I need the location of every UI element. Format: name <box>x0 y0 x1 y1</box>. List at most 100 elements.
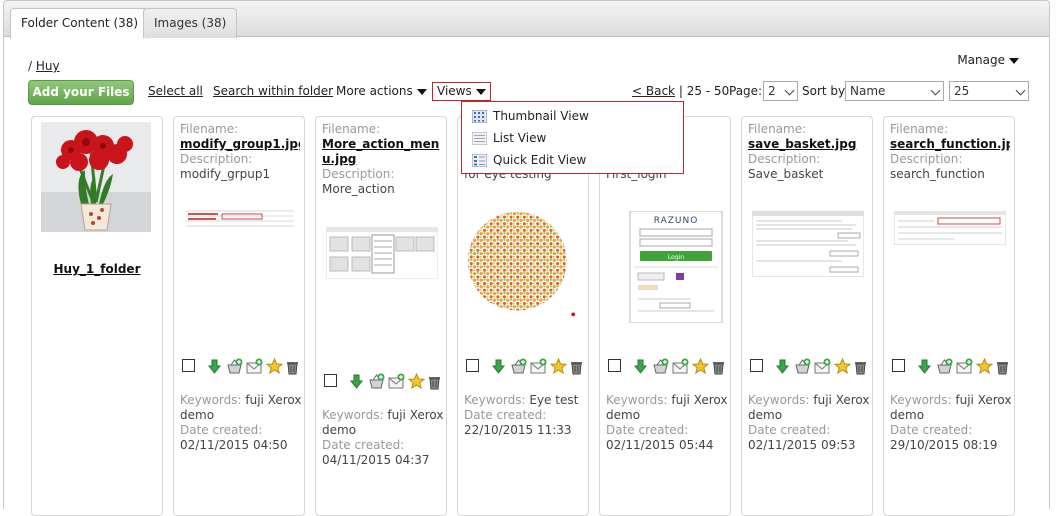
select-checkbox[interactable] <box>324 374 337 387</box>
menu-item-thumbnail-view[interactable]: Thumbnail View <box>472 106 589 126</box>
filename-label: Filename: <box>748 122 807 136</box>
download-icon[interactable] <box>348 373 365 390</box>
trash-icon[interactable] <box>568 358 585 375</box>
description-label: Description: <box>748 152 821 166</box>
thumbnail-view-icon <box>472 110 487 123</box>
filename-link[interactable]: modify_group1.jpg <box>180 137 300 151</box>
select-checkbox[interactable] <box>892 359 905 372</box>
download-icon[interactable] <box>916 358 933 375</box>
tab-images[interactable]: Images (38) <box>143 8 238 38</box>
date-created-label: Date created: <box>748 423 831 437</box>
keywords: Keywords: fuji Xerox demo <box>748 393 872 423</box>
file-card: Filename: search_function.jpg Descriptio… <box>883 116 1015 516</box>
tab-bar: Folder Content (38) Images (38) <box>3 0 1050 39</box>
sort-select[interactable]: Name <box>845 81 944 101</box>
chevron-down-icon <box>784 85 795 96</box>
tab-folder-content[interactable]: Folder Content (38) <box>10 8 150 39</box>
trash-icon[interactable] <box>994 358 1011 375</box>
sort-select-value: Name <box>850 84 886 98</box>
email-icon[interactable] <box>246 358 263 375</box>
select-checkbox[interactable] <box>182 359 195 372</box>
date-created-label: Date created: <box>464 408 547 422</box>
description-value: More_action <box>322 182 395 196</box>
download-icon[interactable] <box>774 358 791 375</box>
file-thumbnail-image[interactable] <box>894 211 1006 245</box>
keywords: Keywords: fuji Xerox demo <box>322 408 446 438</box>
download-icon[interactable] <box>490 358 507 375</box>
file-thumbnail-image[interactable]: RAZUNO Login <box>620 211 732 323</box>
add-to-basket-icon[interactable] <box>510 358 527 375</box>
filename-link[interactable]: search_function.jpg <box>890 137 1010 151</box>
breadcrumb-root: / <box>28 59 33 73</box>
description-label: Description: <box>322 167 395 181</box>
menu-item-quick-edit-view[interactable]: Quick Edit View <box>472 150 586 170</box>
date-created-value: 29/10/2015 08:19 <box>890 438 998 452</box>
file-thumbnail-image[interactable] <box>184 205 296 235</box>
razuno-logo: RAZUNO <box>654 216 699 226</box>
file-thumbnail-image[interactable] <box>752 211 864 277</box>
file-card: Filename: More_action_menu.jpg Descripti… <box>315 116 447 516</box>
download-icon[interactable] <box>632 358 649 375</box>
more-actions-menu[interactable]: More actions <box>336 84 427 98</box>
views-menu-button[interactable]: Views <box>432 82 491 101</box>
add-to-basket-icon[interactable] <box>936 358 953 375</box>
trash-icon[interactable] <box>426 373 443 390</box>
page-select[interactable]: 2 <box>763 81 798 101</box>
chevron-down-icon <box>930 85 941 96</box>
favorite-star-icon[interactable] <box>692 358 709 375</box>
trash-icon[interactable] <box>284 358 301 375</box>
trash-icon[interactable] <box>852 358 869 375</box>
file-card: Filename: modify_group1.jpg Description:… <box>173 116 305 516</box>
filename-link[interactable]: More_action_menu.jpg <box>322 137 442 169</box>
chevron-down-icon <box>475 88 486 95</box>
description-value: modify_grpup1 <box>180 167 271 181</box>
folder-thumbnail-image[interactable] <box>41 122 151 232</box>
more-actions-label: More actions <box>336 84 413 98</box>
views-label: Views <box>437 84 472 98</box>
breadcrumb-folder-link[interactable]: Huy <box>36 59 60 73</box>
date-created-label: Date created: <box>606 423 689 437</box>
search-within-folder-link[interactable]: Search within folder <box>213 84 333 98</box>
description-value: search_function <box>890 167 985 181</box>
favorite-star-icon[interactable] <box>976 358 993 375</box>
list-view-icon <box>472 132 487 145</box>
email-icon[interactable] <box>672 358 689 375</box>
keywords-label: Keywords: <box>180 393 242 407</box>
email-icon[interactable] <box>956 358 973 375</box>
favorite-star-icon[interactable] <box>408 373 425 390</box>
add-to-basket-icon[interactable] <box>652 358 669 375</box>
file-thumbnail-image[interactable] <box>466 209 578 321</box>
favorite-star-icon[interactable] <box>266 358 283 375</box>
per-page-select[interactable]: 25 <box>949 81 1029 101</box>
file-thumbnail-image[interactable] <box>326 227 438 279</box>
date-created-label: Date created: <box>180 423 263 437</box>
folder-content-panel: / Huy Manage Add your Files Select all S… <box>3 37 1050 516</box>
email-icon[interactable] <box>530 358 547 375</box>
back-link[interactable]: < Back <box>632 84 675 98</box>
add-to-basket-icon[interactable] <box>794 358 811 375</box>
date-created-value: 02/11/2015 05:44 <box>606 438 714 452</box>
select-all-link[interactable]: Select all <box>148 84 203 98</box>
select-checkbox[interactable] <box>750 359 763 372</box>
pagination: < Back | 25 - 50 <box>632 84 729 98</box>
keywords-label: Keywords: <box>606 393 668 407</box>
date-created-value: 04/11/2015 04:37 <box>322 453 430 467</box>
keywords: Keywords: fuji Xerox demo <box>890 393 1014 423</box>
email-icon[interactable] <box>388 373 405 390</box>
favorite-star-icon[interactable] <box>834 358 851 375</box>
description-label: Description: <box>180 152 253 166</box>
add-to-basket-icon[interactable] <box>226 358 243 375</box>
email-icon[interactable] <box>814 358 831 375</box>
menu-item-list-view[interactable]: List View <box>472 128 546 148</box>
filename-link[interactable]: save_basket.jpg <box>748 137 868 151</box>
add-to-basket-icon[interactable] <box>368 373 385 390</box>
folder-name-link[interactable]: Huy_1_folder <box>32 262 162 276</box>
favorite-star-icon[interactable] <box>550 358 567 375</box>
trash-icon[interactable] <box>710 358 727 375</box>
download-icon[interactable] <box>206 358 223 375</box>
add-files-button[interactable]: Add your Files <box>28 80 134 105</box>
select-checkbox[interactable] <box>608 359 621 372</box>
select-checkbox[interactable] <box>466 359 479 372</box>
folder-card[interactable]: Huy_1_folder <box>31 116 163 516</box>
manage-menu[interactable]: Manage <box>957 53 1019 67</box>
